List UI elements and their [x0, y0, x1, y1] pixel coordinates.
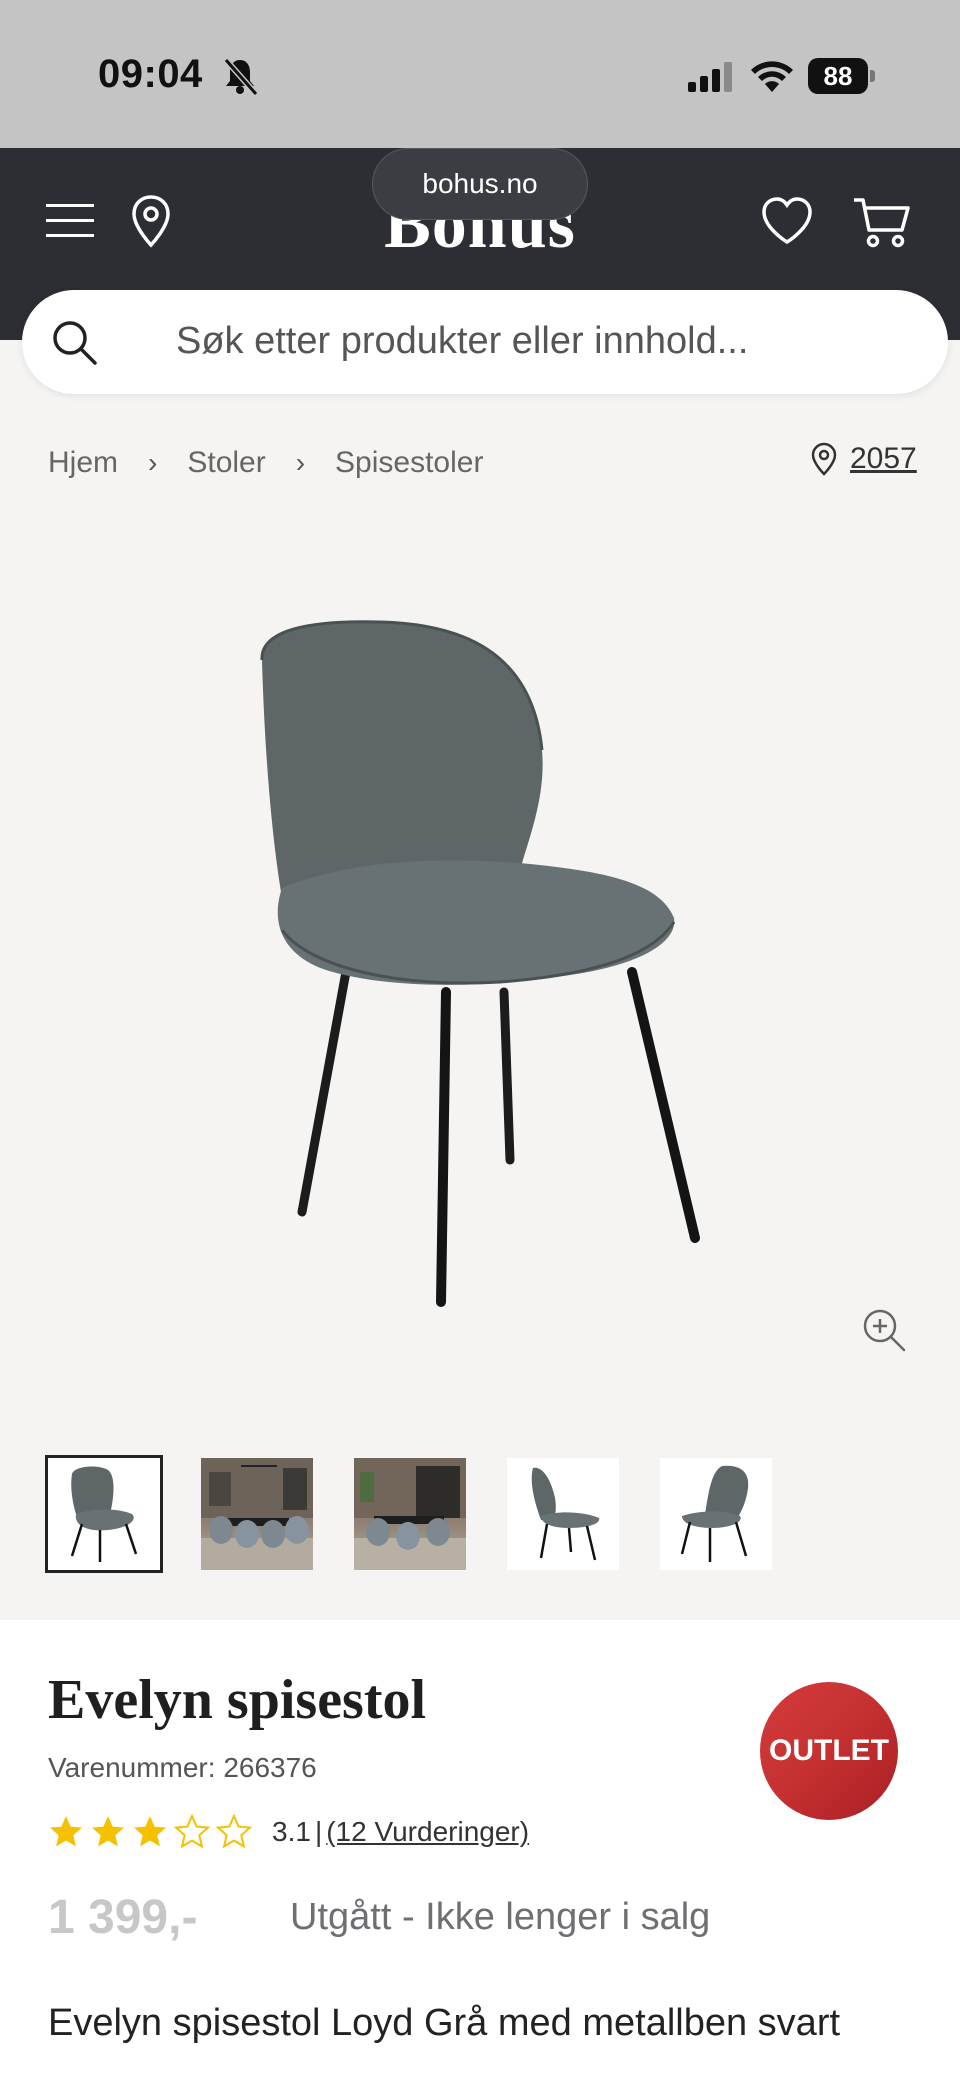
thumbnail-3[interactable] [354, 1458, 466, 1570]
product-info: Evelyn spisestol Varenummer: 266376 OUTL… [0, 1620, 960, 2087]
product-sku: Varenummer: 266376 [48, 1752, 317, 1783]
search-input[interactable]: Søk etter produkter eller innhold... [176, 320, 748, 363]
status-time: 09:04 [98, 52, 203, 96]
status-bar: 09:04 88 [0, 0, 960, 148]
thumbnail-4[interactable] [507, 1458, 619, 1570]
product-title: Evelyn spisestol [48, 1669, 427, 1731]
product-description: Evelyn spisestol Loyd Grå med metallben … [48, 2002, 841, 2044]
rating-separator: | [314, 1816, 323, 1847]
browser-url-pill[interactable]: bohus.no [372, 148, 588, 220]
chevron-right-icon: › [148, 447, 158, 478]
product-rating[interactable]: 3.1 | (12 Vurderinger) [48, 1814, 529, 1850]
zoom-in-icon[interactable] [860, 1306, 908, 1354]
battery-level: 88 [808, 58, 868, 94]
thumbnail-gallery [45, 1455, 813, 1573]
star-filled-icon [92, 1816, 124, 1847]
thumbnail-1[interactable] [45, 1455, 163, 1573]
thumbnail-2[interactable] [201, 1458, 313, 1570]
store-location-icon[interactable] [128, 194, 174, 248]
star-empty-icon [174, 1814, 210, 1849]
cellular-signal-icon [688, 62, 732, 92]
breadcrumb-home[interactable]: Hjem [48, 446, 118, 480]
shopping-cart-icon[interactable] [852, 194, 912, 250]
battery-indicator: 88 [808, 58, 875, 94]
store-number[interactable]: 2057 [850, 442, 917, 476]
thumbnail-5[interactable] [660, 1458, 772, 1570]
rating-value: 3.1 [272, 1816, 311, 1847]
star-empty-icon [216, 1814, 252, 1849]
product-price: 1 399,- [48, 1891, 198, 1944]
breadcrumb-stoler[interactable]: Stoler [187, 446, 265, 480]
star-filled-icon [134, 1816, 166, 1847]
hamburger-menu-icon[interactable] [46, 202, 94, 240]
breadcrumb: Hjem › Stoler › Spisestoler [48, 446, 483, 480]
wifi-icon [751, 61, 793, 92]
outlet-badge: OUTLET [760, 1682, 898, 1820]
bell-muted-icon [223, 58, 258, 96]
breadcrumb-spisestoler[interactable]: Spisestoler [335, 446, 483, 480]
store-selector[interactable]: 2057 [810, 442, 917, 476]
product-image[interactable] [240, 620, 720, 1320]
search-bar[interactable]: Søk etter produkter eller innhold... [22, 290, 948, 394]
search-icon [53, 321, 97, 365]
wishlist-heart-icon[interactable] [760, 196, 814, 246]
availability-status: Utgått - Ikke lenger i salg [290, 1896, 711, 1938]
location-pin-icon [811, 442, 837, 476]
chevron-right-icon: › [295, 447, 306, 478]
star-filled-icon [50, 1816, 82, 1847]
reviews-link[interactable]: (12 Vurderinger) [326, 1816, 529, 1848]
